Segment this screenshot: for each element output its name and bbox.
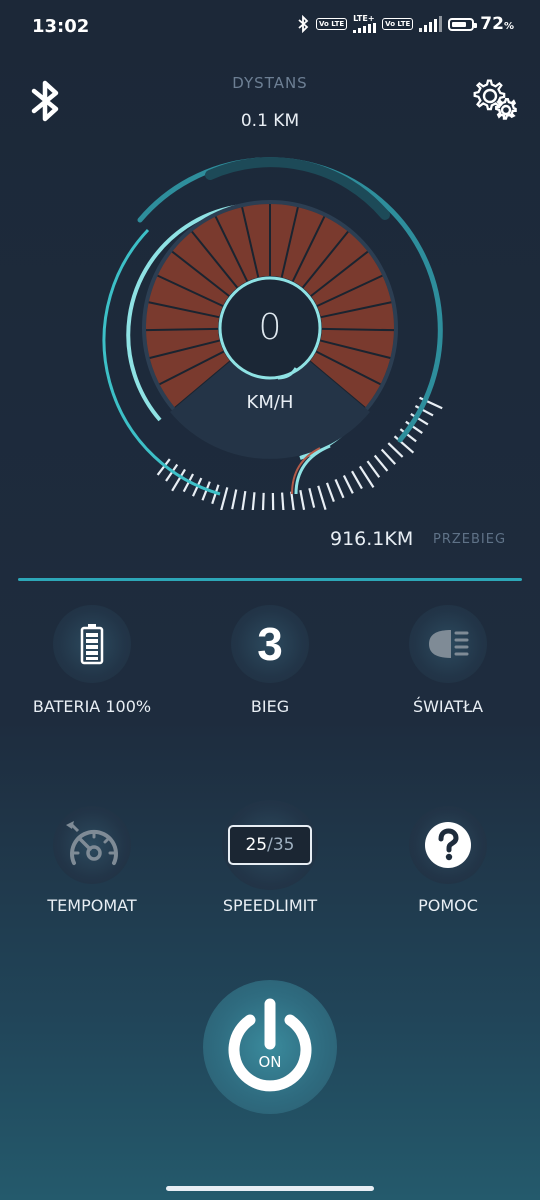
- settings-icon: [473, 79, 517, 120]
- speed-value: 0: [258, 307, 282, 348]
- headlight-icon: [429, 630, 469, 658]
- signal-icon-2: [419, 16, 443, 32]
- gauge-tick: [380, 448, 397, 465]
- power-label: ON: [258, 1053, 282, 1071]
- volte-badge-2: Vo LTE: [382, 18, 414, 30]
- speedlimit-tile[interactable]: 25/35 SPEEDLIMIT: [170, 800, 370, 915]
- gear-tile[interactable]: 3 BIEG: [170, 605, 370, 716]
- cruise-tile-label: TEMPOMAT: [47, 896, 137, 915]
- gauge-tick: [280, 492, 285, 510]
- gauge-tick: [220, 487, 229, 510]
- power-icon: [228, 998, 312, 1092]
- status-icons: Vo LTE LTE+ Vo LTE 72%: [296, 14, 514, 34]
- help-icon: [425, 822, 471, 868]
- cruise-tile[interactable]: TEMPOMAT: [0, 806, 192, 915]
- gauge-tick: [334, 478, 345, 499]
- distance-label: DYSTANS: [232, 74, 308, 92]
- speedlimit-tile-label: SPEEDLIMIT: [222, 896, 318, 915]
- status-bar: 13:02 Vo LTE LTE+ Vo LTE 72%: [0, 0, 540, 56]
- odometer-value: 916.1KM: [330, 528, 414, 550]
- home-indicator[interactable]: [166, 1186, 374, 1191]
- battery-percent: 72: [480, 14, 504, 34]
- lights-tile-label: ŚWIATŁA: [412, 697, 484, 716]
- gauge-tick: [342, 475, 354, 494]
- lte-label: LTE+: [353, 14, 375, 23]
- speedlimit-tile-circle: 25/35: [222, 800, 318, 890]
- signal-icon-1: [353, 23, 377, 33]
- gauge-spoke: [146, 327, 219, 332]
- divider: [18, 578, 522, 581]
- gear-value: 3: [257, 618, 283, 670]
- gauge-tick: [308, 487, 316, 508]
- gauge-tick: [317, 485, 327, 510]
- gauge-tick: [241, 490, 247, 510]
- gauge-tick: [373, 454, 389, 472]
- gauge-tick: [366, 460, 381, 478]
- bluetooth-status-icon: [298, 15, 309, 33]
- speedlimit-current: 25: [245, 835, 268, 855]
- settings-button[interactable]: [470, 76, 520, 126]
- help-tile[interactable]: POMOC: [348, 806, 540, 915]
- gauge-tick: [358, 465, 375, 488]
- cruise-tile-circle: [53, 806, 131, 884]
- speedlimit-max: 35: [272, 835, 295, 855]
- gauge-tick: [251, 492, 256, 510]
- gauge-tick: [231, 489, 238, 510]
- battery-icon: [80, 624, 104, 665]
- odometer-label: PRZEBIEG: [433, 532, 507, 547]
- battery-tile[interactable]: BATERIA 100%: [0, 605, 192, 716]
- battery-status-icon: [448, 17, 478, 31]
- status-time: 13:02: [32, 16, 90, 37]
- battery-tile-label: BATERIA 100%: [32, 697, 152, 716]
- gauge-tick: [387, 442, 404, 458]
- speedometer-icon: [66, 821, 118, 865]
- gear-tile-label: BIEG: [250, 697, 290, 716]
- speedlimit-box: 25/35: [228, 825, 312, 865]
- gauge-tick: [261, 492, 265, 510]
- lights-tile-circle: [409, 605, 487, 683]
- lights-tile[interactable]: ŚWIATŁA: [348, 605, 540, 716]
- gear-tile-circle: 3: [231, 605, 309, 683]
- gauge-tick: [325, 482, 335, 503]
- volte-badge-1: Vo LTE: [316, 18, 348, 30]
- help-tile-label: POMOC: [418, 896, 478, 915]
- power-button[interactable]: [203, 980, 337, 1114]
- speed-unit: KM/H: [246, 392, 294, 413]
- distance-value: 0.1 KM: [240, 111, 300, 131]
- gauge-tick: [351, 470, 363, 490]
- battery-tile-circle: [53, 605, 131, 683]
- battery-percent-suffix: %: [503, 21, 514, 32]
- help-tile-circle: [409, 806, 487, 884]
- gauge-spoke: [321, 327, 394, 332]
- gauge-tick: [290, 491, 295, 510]
- gauge-tick: [299, 489, 306, 510]
